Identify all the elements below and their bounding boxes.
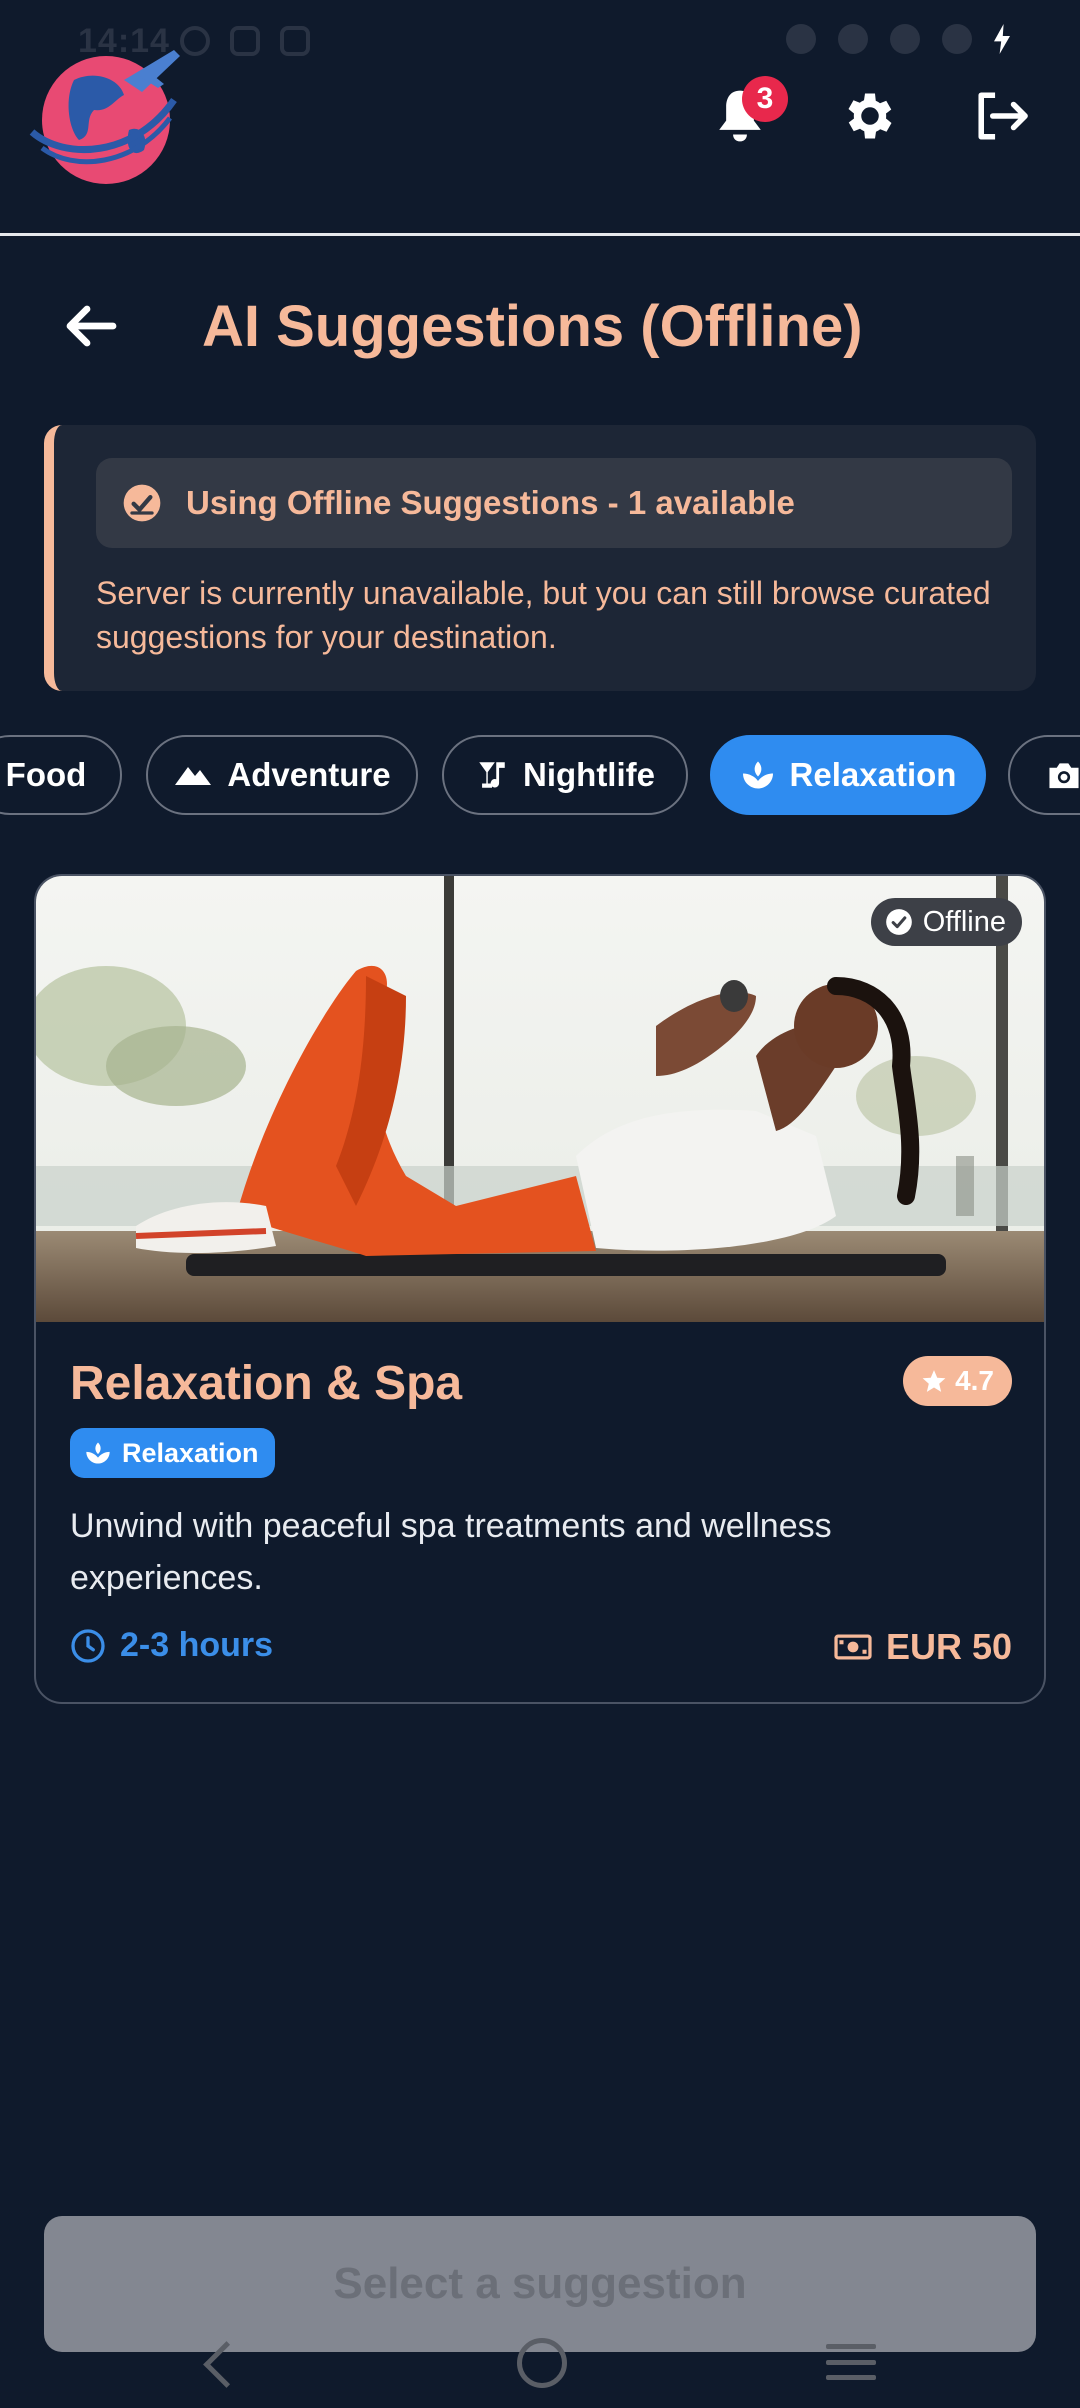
mountain-icon [175, 767, 212, 785]
suggestion-image: Offline [36, 876, 1044, 1322]
app-notification-icon [180, 26, 210, 56]
signal-icon [942, 24, 972, 54]
category-filter-bar[interactable]: Food Adventure Nightlife Relaxation [0, 735, 1080, 819]
category-chip-sightseeing[interactable] [1008, 735, 1080, 815]
nav-recents-icon[interactable] [826, 2344, 876, 2380]
settings-button[interactable] [830, 76, 910, 156]
mute-icon [786, 24, 816, 54]
logout-icon [978, 92, 1028, 140]
suggestion-description: Unwind with peaceful spa treatments and … [70, 1507, 832, 1597]
spa-icon [742, 761, 773, 789]
arrow-left-icon [66, 305, 117, 347]
battery-charging-icon [994, 24, 1010, 54]
spa-icon [86, 1442, 110, 1464]
app-logo[interactable] [24, 40, 184, 190]
category-chip-label: Adventure [227, 756, 391, 793]
cash-icon [834, 1634, 872, 1660]
status-system-icons [786, 24, 1010, 54]
offline-check-icon [885, 909, 912, 935]
offline-notice-heading-text: Using Offline Suggestions - 1 available [186, 484, 795, 521]
status-app-icons [180, 26, 310, 56]
cocktail-icon [479, 762, 505, 788]
category-chip-relaxation[interactable]: Relaxation [710, 735, 986, 815]
category-chip-label: Food [5, 756, 87, 793]
logout-button[interactable] [962, 76, 1042, 156]
category-chip-adventure[interactable]: Adventure [146, 735, 418, 815]
clock-icon [71, 1628, 105, 1663]
back-button[interactable] [50, 286, 130, 366]
wifi-icon [890, 24, 920, 54]
offline-badge: Offline [870, 898, 1022, 946]
category-chip-food[interactable]: Food [0, 735, 122, 815]
suggestion-duration: 2-3 hours [70, 1626, 273, 1665]
suggestion-category-tag: Relaxation [70, 1428, 275, 1478]
rating-badge: 4.7 [903, 1356, 1012, 1406]
suggestion-price-text: EUR 50 [885, 1626, 1012, 1667]
camera-icon [1049, 763, 1079, 789]
instagram-icon [230, 26, 260, 56]
nav-back-icon[interactable] [203, 2341, 250, 2388]
rating-value: 4.7 [955, 1365, 994, 1396]
offline-check-icon [123, 484, 161, 522]
dnd-icon [838, 24, 868, 54]
nav-home-icon[interactable] [517, 2338, 567, 2388]
offline-notice-body: Server is currently unavailable, but you… [96, 575, 991, 655]
suggestion-duration-text: 2-3 hours [120, 1626, 274, 1664]
star-icon [922, 1370, 946, 1392]
suggestion-card[interactable]: Offline Relaxation & Spa 4.7 Relaxation … [34, 874, 1046, 1704]
suggestion-price: EUR 50 [834, 1626, 1012, 1668]
offline-notice: Using Offline Suggestions - 1 available … [44, 425, 1036, 691]
category-chip-nightlife[interactable]: Nightlife [442, 735, 688, 815]
header-divider [0, 233, 1080, 236]
gear-icon [848, 93, 892, 139]
offline-badge-label: Offline [922, 905, 1006, 938]
category-chip-label: Relaxation [789, 756, 957, 793]
page-title: AI Suggestions (Offline) [202, 294, 863, 359]
system-nav-bar [0, 2320, 1080, 2408]
category-chip-label: Nightlife [523, 756, 655, 793]
suggestion-category-label: Relaxation [122, 1437, 259, 1468]
suggestion-title: Relaxation & Spa [70, 1357, 463, 1410]
offline-notice-heading: Using Offline Suggestions - 1 available [96, 458, 1012, 548]
notification-count-badge: 3 [742, 76, 788, 122]
instagram-icon [280, 26, 310, 56]
